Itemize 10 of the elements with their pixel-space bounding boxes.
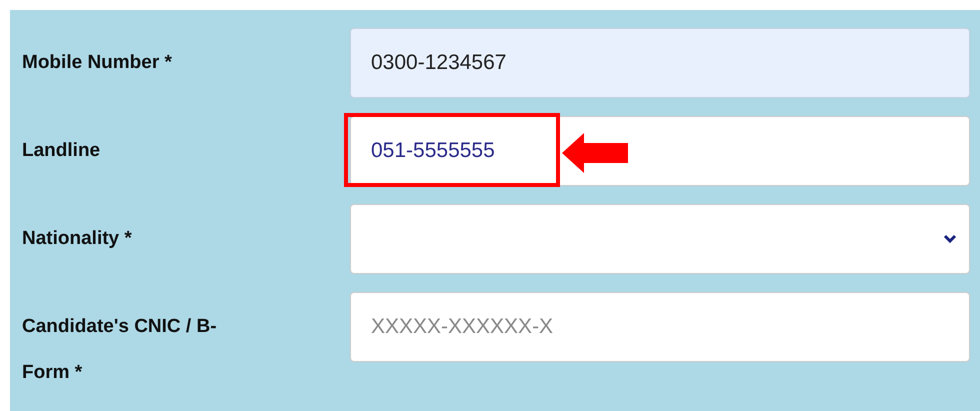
chevron-down-icon xyxy=(943,234,957,244)
arrow-icon xyxy=(562,133,628,173)
text-field[interactable]: 0300-1234567 xyxy=(350,28,970,98)
field-label: Landline xyxy=(22,139,102,163)
field-label: Nationality * xyxy=(22,227,133,251)
text-field[interactable]: 051-5555555 xyxy=(350,116,970,186)
field-label: Mobile Number * xyxy=(22,51,173,75)
field-label: Candidate's CNIC / B-Form * xyxy=(22,315,218,385)
select-field[interactable] xyxy=(350,204,970,274)
text-field[interactable]: XXXXX-XXXXXX-X xyxy=(350,292,970,362)
